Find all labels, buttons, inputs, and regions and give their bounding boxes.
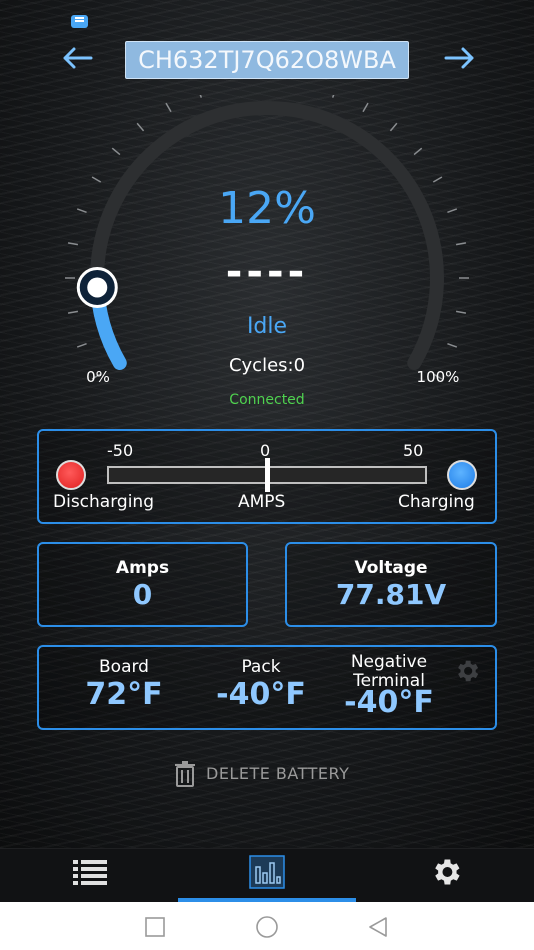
gauge-tick [67,310,79,314]
gauge-knob [76,266,118,308]
charging-indicator-icon [447,460,477,490]
gauge-tick [432,176,443,183]
tab-settings-gear-icon[interactable] [428,855,464,889]
circle-icon[interactable] [255,915,279,939]
gauge-tick [455,242,467,246]
gauge-tick [331,95,335,98]
gauge-tick [67,242,79,246]
amps-value: 0 [132,578,153,611]
amps-box: Amps 0 [37,542,248,627]
gauge-tick [199,95,203,98]
gauge-tick [76,342,87,348]
tab-stats[interactable] [249,855,285,889]
gauge-tick [91,176,102,183]
voltage-box: Voltage 77.81V [285,542,497,627]
prev-battery-button[interactable] [57,40,97,76]
gauge-tick [413,147,423,156]
amps-max-tick: 50 [403,441,424,460]
pack-temp-value: -40°F [216,677,306,712]
gauge-tick [76,208,87,214]
gauge-tick [447,208,458,214]
gauge-tick [455,310,467,314]
connection-status: Connected [229,392,305,408]
charging-label: Charging [398,492,475,512]
serial-number-field[interactable]: CH632TJ7Q62O8WBA [125,41,409,79]
negative-terminal-value: -40°F [344,685,434,720]
charge-percent: 12% [218,183,316,234]
amps-needle [264,458,270,492]
pack-temp-label: Pack [241,657,281,677]
voltage-title: Voltage [354,558,428,578]
gauge-tick [447,342,458,348]
arrow-left-icon [63,47,93,69]
delete-battery-label: DELETE BATTERY [206,764,350,783]
arrow-right-icon [444,47,474,69]
negative-terminal-label-1: Negative [350,652,428,672]
amps-title: Amps [115,558,170,578]
battery-status: Idle [246,314,288,339]
gauge-tick [136,122,145,132]
tab-list[interactable] [72,857,108,887]
board-temp-value: 72°F [85,677,163,712]
bar-chart-icon [249,855,285,889]
gauge-tick [389,122,398,132]
list-icon [73,860,107,885]
board-temp: Board 72°F [59,657,189,712]
gauge-tick [362,102,369,113]
delete-battery-button[interactable]: DELETE BATTERY [174,760,374,788]
negative-terminal-temp: Negative Terminal -40°F [329,652,449,721]
discharging-indicator-icon [56,460,86,490]
power-readout: ---- [225,249,309,295]
amps-min-tick: -50 [107,441,134,460]
gauge-max-label: 100% [416,368,460,386]
triangle-back-icon[interactable] [366,915,390,939]
board-temp-label: Board [99,657,149,677]
gear-icon[interactable] [453,657,481,685]
square-icon[interactable] [144,916,166,938]
next-battery-button[interactable] [440,40,480,76]
amps-label: AMPS [238,492,286,512]
trash-icon [175,761,195,787]
gauge-tick [165,102,172,113]
cycle-count: Cycles:0 [228,355,306,376]
discharging-label: Discharging [53,492,154,512]
gauge-min-label: 0% [86,368,110,386]
gauge-tick [111,147,121,156]
voltage-value: 77.81V [335,578,447,611]
temperature-panel: Board 72°F Pack -40°F Negative Terminal … [37,645,497,730]
chat-bubble-icon[interactable] [71,15,88,28]
pack-temp: Pack -40°F [196,657,326,712]
